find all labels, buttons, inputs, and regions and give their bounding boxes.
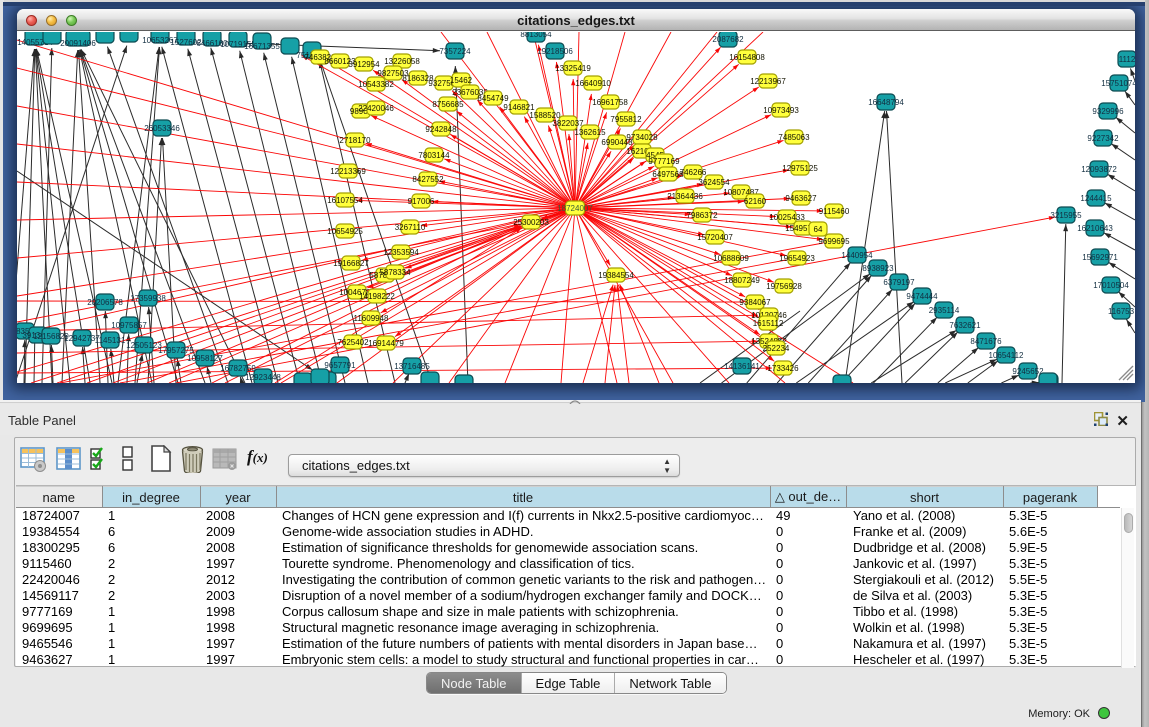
svg-text:19654923: 19654923	[779, 254, 815, 263]
svg-text:3215955: 3215955	[1050, 211, 1082, 220]
svg-text:16107554: 16107554	[327, 196, 363, 205]
svg-text:19218506: 19218506	[537, 47, 573, 56]
svg-text:16782759: 16782759	[220, 364, 256, 373]
svg-text:15751074: 15751074	[1101, 79, 1135, 88]
svg-text:7485063: 7485063	[778, 133, 810, 142]
svg-text:13716485: 13716485	[394, 362, 430, 371]
svg-text:9699695: 9699695	[818, 237, 850, 246]
svg-text:7803144: 7803144	[418, 151, 450, 160]
svg-text:16671355: 16671355	[244, 42, 280, 51]
svg-text:9242848: 9242848	[425, 125, 457, 134]
svg-text:12213369: 12213369	[330, 167, 366, 176]
svg-text:1733426: 1733426	[767, 364, 799, 373]
svg-text:19756928: 19756928	[766, 282, 802, 291]
svg-text:9384067: 9384067	[739, 298, 771, 307]
svg-text:20091406: 20091406	[60, 39, 96, 48]
svg-text:9657791: 9657791	[324, 361, 356, 370]
svg-text:13325419: 13325419	[555, 64, 591, 73]
svg-text:9777169: 9777169	[648, 157, 680, 166]
svg-text:17359938: 17359938	[130, 294, 166, 303]
svg-text:18724007: 18724007	[557, 204, 593, 213]
svg-text:12353594: 12353594	[383, 248, 419, 257]
svg-text:16914479: 16914479	[368, 339, 404, 348]
svg-text:62160: 62160	[744, 197, 767, 206]
svg-text:3822037: 3822037	[552, 119, 584, 128]
svg-text:9474444: 9474444	[906, 292, 938, 301]
svg-text:9227342: 9227342	[1087, 134, 1119, 143]
svg-text:8427552: 8427552	[412, 175, 444, 184]
svg-text:8454749: 8454749	[477, 94, 509, 103]
svg-text:9115460: 9115460	[819, 207, 850, 216]
svg-text:12923448: 12923448	[245, 373, 281, 382]
svg-text:10543382: 10543382	[358, 80, 394, 89]
svg-text:5878334: 5878334	[379, 268, 411, 277]
svg-text:16961758: 16961758	[592, 98, 628, 107]
svg-text:20206578: 20206578	[87, 298, 123, 307]
svg-text:746266: 746266	[680, 168, 707, 177]
svg-text:3624554: 3624554	[698, 178, 730, 187]
svg-text:7632621: 7632621	[949, 321, 981, 330]
svg-text:8813054: 8813054	[520, 32, 552, 39]
svg-text:17010504: 17010504	[1093, 281, 1129, 290]
svg-text:10958127: 10958127	[187, 354, 223, 363]
svg-text:9329996: 9329996	[1092, 107, 1124, 116]
svg-text:12213967: 12213967	[750, 77, 786, 86]
svg-text:12975125: 12975125	[782, 164, 818, 173]
svg-text:26053346: 26053346	[144, 124, 180, 133]
svg-text:116753: 116753	[1108, 307, 1135, 316]
svg-text:10973493: 10973493	[763, 106, 799, 115]
svg-text:3912954: 3912954	[348, 60, 380, 69]
svg-text:15720407: 15720407	[697, 233, 733, 242]
svg-text:7625402: 7625402	[337, 338, 369, 347]
svg-text:16640910: 16640910	[575, 79, 611, 88]
svg-text:8471676: 8471676	[970, 337, 1002, 346]
svg-text:6379197: 6379197	[883, 278, 915, 287]
svg-text:10654112: 10654112	[989, 351, 1025, 360]
svg-text:14198222: 14198222	[359, 292, 395, 301]
svg-text:10688609: 10688609	[713, 254, 749, 263]
svg-text:1362615: 1362615	[574, 128, 606, 137]
svg-text:14136141: 14136141	[724, 362, 760, 371]
svg-text:1145131: 1145131	[95, 336, 126, 345]
svg-text:13226058: 13226058	[384, 57, 420, 66]
svg-text:2087682: 2087682	[712, 35, 744, 44]
svg-text:12505123: 12505123	[126, 341, 162, 350]
svg-text:19166827: 19166827	[333, 259, 369, 268]
svg-text:16648794: 16648794	[868, 98, 904, 107]
svg-text:2935114: 2935114	[929, 306, 960, 315]
svg-text:1440954: 1440954	[841, 251, 873, 260]
svg-text:8938923: 8938923	[862, 264, 894, 273]
svg-text:16210643: 16210643	[1077, 224, 1113, 233]
svg-text:1244415: 1244415	[1080, 194, 1112, 203]
svg-text:1615112: 1615112	[753, 319, 784, 328]
svg-text:11609948: 11609948	[354, 314, 390, 323]
svg-text:19384554: 19384554	[598, 271, 634, 280]
svg-text:7986372: 7986372	[686, 211, 718, 220]
svg-text:3267110: 3267110	[395, 223, 426, 232]
svg-text:917006: 917006	[408, 197, 435, 206]
svg-text:15462: 15462	[450, 76, 473, 85]
svg-text:10654925: 10654925	[327, 227, 363, 236]
svg-text:7357224: 7357224	[439, 47, 471, 56]
svg-text:18807249: 18807249	[724, 276, 760, 285]
svg-text:2718170: 2718170	[339, 136, 371, 145]
svg-text:9734028: 9734028	[626, 133, 658, 142]
svg-text:12093872: 12093872	[1081, 165, 1117, 174]
svg-text:15692971: 15692971	[1082, 253, 1118, 262]
svg-text:25300203: 25300203	[513, 218, 549, 227]
svg-text:7955812: 7955812	[610, 115, 642, 124]
svg-text:16154808: 16154808	[729, 53, 765, 62]
svg-text:21364436: 21364436	[667, 192, 703, 201]
svg-text:1112: 1112	[1119, 55, 1135, 64]
svg-text:9463627: 9463627	[785, 194, 817, 203]
svg-text:10975857: 10975857	[111, 321, 147, 330]
svg-text:252234: 252234	[763, 344, 790, 353]
svg-text:64: 64	[814, 225, 823, 234]
svg-text:22420046: 22420046	[358, 104, 394, 113]
svg-text:8756685: 8756685	[432, 100, 464, 109]
